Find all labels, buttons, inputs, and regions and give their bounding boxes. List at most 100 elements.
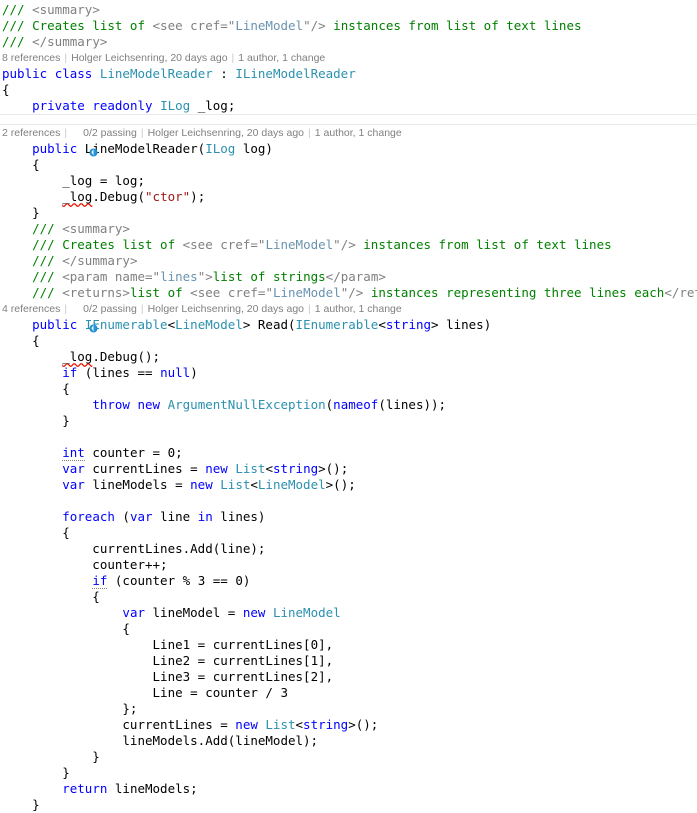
code-token-comment: list of strings xyxy=(212,269,326,284)
code-token-comment: /// xyxy=(2,34,33,49)
code-token-type: LineModel xyxy=(272,605,341,620)
code-token-comment: list of xyxy=(129,285,191,300)
codelens-test-status[interactable]: 0/2 passing xyxy=(83,125,137,141)
code-line[interactable]: private readonly ILog _log; xyxy=(0,98,697,114)
codelens-history[interactable]: 1 author, 1 change xyxy=(315,125,402,141)
codelens-history[interactable]: 1 author, 1 change xyxy=(315,301,402,317)
code-line[interactable]: Line2 = currentLines[1], xyxy=(0,653,697,669)
code-line[interactable]: { xyxy=(0,157,697,173)
code-token-type: IEnumerable xyxy=(295,317,379,332)
code-token-keyword: string xyxy=(303,717,349,732)
code-token-xml-value: LineModel xyxy=(235,18,304,33)
codelens-author-change[interactable]: Holger Leichsenring, 20 days ago xyxy=(71,50,227,66)
code-line[interactable]: } xyxy=(0,205,697,221)
code-line[interactable]: { xyxy=(0,381,697,397)
code-line[interactable]: /// </summary> xyxy=(0,34,697,50)
code-token-keyword: new xyxy=(235,717,258,732)
code-line[interactable]: /// Creates list of <see cref="LineModel… xyxy=(0,18,697,34)
code-line[interactable]: var lineModel = new LineModel xyxy=(0,605,697,621)
code-token-comment: /// Creates list of xyxy=(32,237,183,252)
codelens-author-change[interactable]: Holger Leichsenring, 20 days ago xyxy=(148,301,304,317)
code-editor-surface[interactable]: /// <summary> /// Creates list of <see c… xyxy=(0,0,697,812)
code-token-keyword: return xyxy=(62,781,108,796)
code-line[interactable]: /// <returns>list of <see cref="LineMode… xyxy=(0,285,697,301)
code-token-xml-attr: cref= xyxy=(190,18,228,33)
code-token-type: ILog xyxy=(205,141,236,156)
code-line[interactable]: int counter = 0; xyxy=(0,445,697,461)
codelens-history[interactable]: 1 author, 1 change xyxy=(238,50,325,66)
code-token-keyword: new xyxy=(205,461,228,476)
code-line[interactable]: } xyxy=(0,413,697,429)
code-line[interactable]: { xyxy=(0,621,697,637)
code-line[interactable]: /// <summary> xyxy=(0,221,697,237)
codelens-divider: | xyxy=(231,52,235,64)
code-line[interactable]: lineModels.Add(lineModel); xyxy=(0,733,697,749)
code-line[interactable]: } xyxy=(0,749,697,765)
code-line[interactable]: Line3 = currentLines[2], xyxy=(0,669,697,685)
code-line[interactable]: var currentLines = new List<string>(); xyxy=(0,461,697,477)
code-line[interactable]: /// Creates list of <see cref="LineModel… xyxy=(0,237,697,253)
code-line[interactable]: public LineModelReader(ILog log) xyxy=(0,141,697,157)
code-token-keyword: new xyxy=(137,397,161,412)
code-token-keyword: foreach xyxy=(62,509,115,524)
code-line[interactable]: _log.Debug("ctor"); xyxy=(0,189,697,205)
code-line[interactable]: { xyxy=(0,589,697,605)
code-line[interactable]: { xyxy=(0,525,697,541)
code-line[interactable]: /// <summary> xyxy=(0,2,697,18)
codelens-ctor-linemodelreader[interactable]: 2 references | 0/2 passing | Holger Leic… xyxy=(0,125,697,157)
code-token-keyword: string xyxy=(385,317,432,332)
code-line[interactable]: { xyxy=(0,82,697,98)
codelens-divider: | xyxy=(308,303,311,315)
code-line[interactable]: Line = counter / 3 xyxy=(0,685,697,701)
codelens-method-read[interactable]: 4 references | 0/2 passing | Holger Leic… xyxy=(0,301,697,333)
code-token-xml-tag: <summary> xyxy=(62,221,130,236)
code-line[interactable]: _log = log; xyxy=(0,173,697,189)
code-line[interactable]: foreach (var line in lines) xyxy=(0,509,697,525)
code-token-comment: /// xyxy=(32,269,63,284)
code-line[interactable]: currentLines = new List<string>(); xyxy=(0,717,697,733)
code-token-type: LineModel xyxy=(257,477,326,492)
codelens-class-linemodelreader[interactable]: 8 references | Holger Leichsenring, 20 d… xyxy=(0,50,697,66)
code-line[interactable]: /// <param name="lines">list of strings<… xyxy=(0,269,697,285)
code-token-keyword: string xyxy=(272,461,319,476)
code-line[interactable]: if (counter % 3 == 0) xyxy=(0,573,697,589)
code-token-keyword: int xyxy=(62,445,85,461)
code-line[interactable]: if (lines == null) xyxy=(0,365,697,381)
codelens-references[interactable]: 4 references xyxy=(2,301,60,317)
codelens-references[interactable]: 2 references xyxy=(2,125,60,141)
code-line[interactable]: currentLines.Add(line); xyxy=(0,541,697,557)
code-token-comment: /// xyxy=(32,253,63,268)
code-token-xml-value: lines xyxy=(160,269,198,284)
code-line[interactable]: _log.Debug(); xyxy=(0,349,697,365)
code-line-empty[interactable] xyxy=(0,429,697,445)
codelens-divider: | xyxy=(64,127,68,139)
code-line[interactable]: Line1 = currentLines[0], xyxy=(0,637,697,653)
code-token-xml-attr: name= xyxy=(114,269,153,284)
code-token-number: 1 xyxy=(310,653,319,668)
code-line[interactable]: /// </summary> xyxy=(0,253,697,269)
code-line[interactable]: { xyxy=(0,333,697,349)
code-token-xml-quote: "/> xyxy=(303,18,326,33)
code-token-xml-attr: cref= xyxy=(227,285,266,300)
code-token-keyword: throw xyxy=(92,397,130,412)
code-token-number: 3 xyxy=(280,685,288,700)
code-line[interactable]: throw new ArgumentNullException(nameof(l… xyxy=(0,397,697,413)
code-line[interactable]: var lineModels = new List<LineModel>(); xyxy=(0,477,697,493)
code-line[interactable]: public IEnumerable<LineModel> Read(IEnum… xyxy=(0,317,697,333)
code-token-xml-tag: <returns> xyxy=(62,285,130,300)
code-line[interactable]: counter++; xyxy=(0,557,697,573)
codelens-references[interactable]: 8 references xyxy=(2,50,60,66)
code-line[interactable]: } xyxy=(0,765,697,781)
test-status-icon xyxy=(71,130,98,157)
code-token-error: _log xyxy=(62,189,93,204)
code-line[interactable]: return lineModels; xyxy=(0,781,697,797)
codelens-test-status[interactable]: 0/2 passing xyxy=(83,301,137,317)
code-token-keyword: class xyxy=(54,66,93,81)
code-line[interactable]: public class LineModelReader : ILineMode… xyxy=(0,66,697,82)
code-token-xml-value: LineModel xyxy=(265,237,334,252)
code-token-xml-quote: " xyxy=(265,285,273,300)
codelens-author-change[interactable]: Holger Leichsenring, 20 days ago xyxy=(148,125,304,141)
code-line-empty[interactable] xyxy=(0,493,697,509)
code-token-xml-quote: "> xyxy=(197,269,213,284)
code-line[interactable]: }; xyxy=(0,701,697,717)
